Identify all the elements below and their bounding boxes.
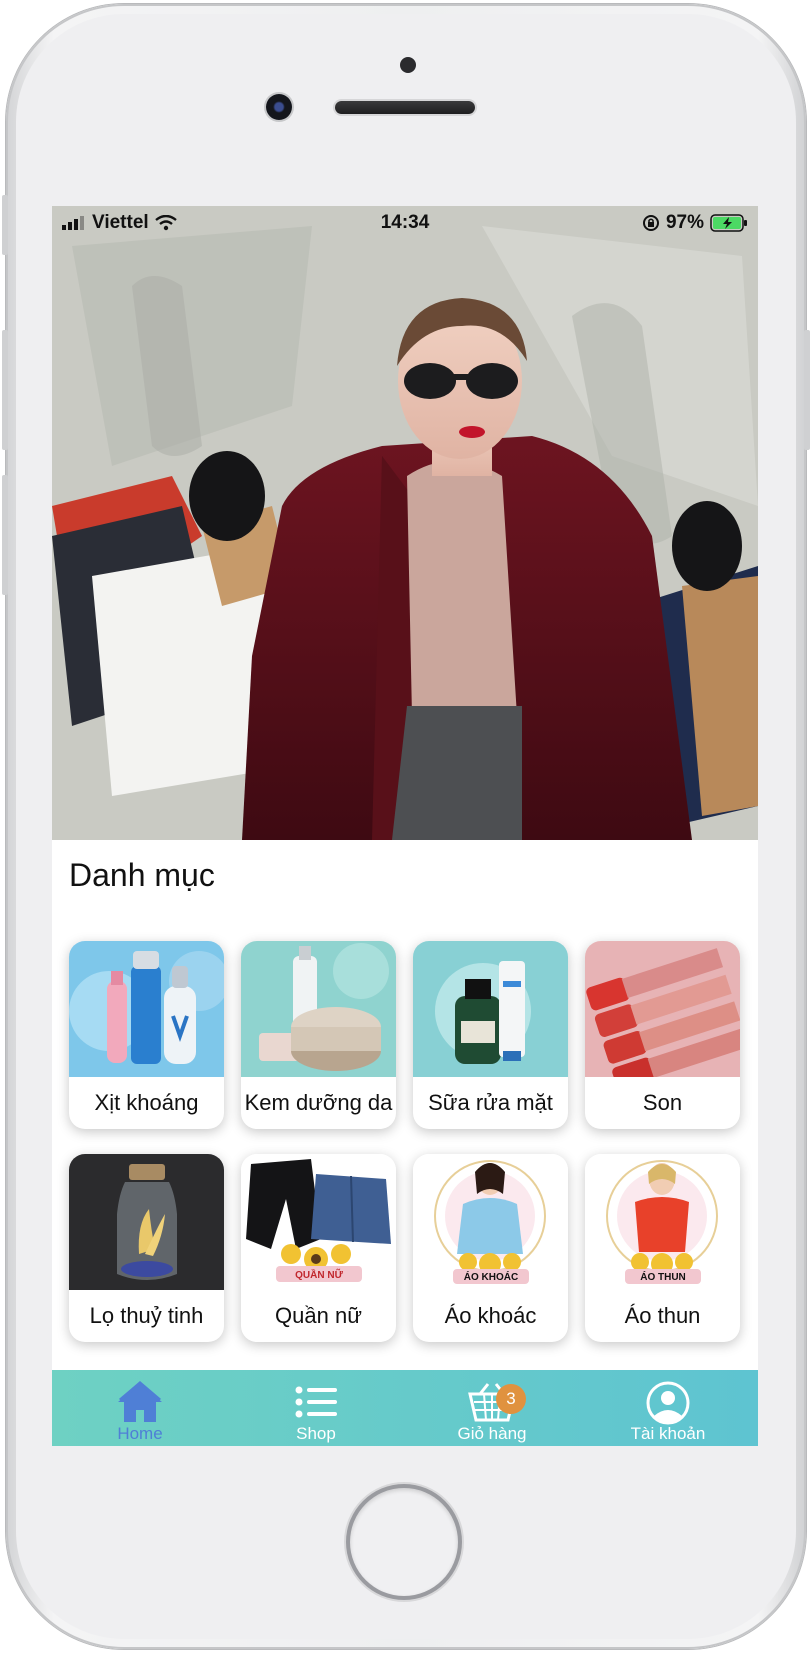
category-label: Áo thun — [624, 1303, 701, 1328]
category-label: Son — [642, 1090, 683, 1115]
facial-cleanser-products-image — [413, 941, 568, 1077]
battery-icon — [710, 214, 747, 232]
category-card[interactable]: Son — [585, 941, 740, 1129]
earpiece-speaker — [335, 101, 475, 114]
account-icon — [646, 1381, 690, 1425]
front-camera — [266, 94, 292, 120]
tab-home[interactable]: Home — [52, 1370, 228, 1446]
tab-label: Shop — [296, 1424, 336, 1443]
category-label: Quần nữ — [275, 1303, 362, 1328]
category-card[interactable]: Kem dưỡng da — [241, 941, 396, 1129]
category-label: Lọ thuỷ tinh — [89, 1303, 204, 1328]
tab-label: Tài khoản — [630, 1424, 706, 1443]
tab-shop[interactable]: Shop — [228, 1370, 404, 1446]
mineral-spray-products-image — [69, 941, 224, 1077]
category-card[interactable]: ÁO KHOÁC Áo khoác — [413, 1154, 568, 1342]
home-icon — [118, 1381, 162, 1422]
category-card[interactable]: ÁO THUN Áo thun — [585, 1154, 740, 1342]
volume-up-button — [2, 330, 8, 450]
t-shirt-image: ÁO THUN — [585, 1154, 740, 1290]
pants-image-text: QUẦN NỮ — [295, 1268, 343, 1281]
category-card[interactable]: Xịt khoáng — [69, 941, 224, 1129]
women-pants-image: QUẦN NỮ — [241, 1154, 396, 1290]
glass-jar-image — [69, 1154, 224, 1290]
tab-account[interactable]: Tài khoản — [580, 1370, 756, 1446]
cart-badge: 3 — [496, 1384, 526, 1414]
category-card[interactable]: Sữa rửa mặt — [413, 941, 568, 1129]
hero-image — [52, 206, 758, 840]
app-screen: Viettel 14:34 97% Danh mục Xịt khoáng Ke… — [52, 206, 758, 1446]
tshirt-image-text: ÁO THUN — [640, 1270, 686, 1283]
jacket-image-text: ÁO KHOÁC — [464, 1270, 518, 1283]
mute-switch — [2, 195, 8, 255]
volume-down-button — [2, 475, 8, 595]
power-button — [804, 330, 810, 450]
category-label: Kem dưỡng da — [244, 1090, 393, 1115]
category-label: Sữa rửa mặt — [428, 1090, 553, 1115]
proximity-sensor — [400, 57, 416, 73]
lipstick-products-image — [585, 941, 740, 1077]
bottom-tab-bar: Home Shop 3 Giỏ hàng Tài khoản — [52, 1370, 758, 1446]
tab-cart[interactable]: 3 Giỏ hàng — [404, 1370, 580, 1446]
category-card[interactable]: QUẦN NỮ Quần nữ — [241, 1154, 396, 1342]
rotation-lock-icon — [642, 215, 659, 231]
hero-banner: Viettel 14:34 97% — [52, 206, 758, 840]
category-label: Áo khoác — [444, 1303, 537, 1328]
section-title: Danh mục — [69, 857, 215, 893]
list-icon — [295, 1386, 337, 1418]
tab-label: Home — [117, 1424, 163, 1443]
battery-percent: 97% — [665, 212, 704, 233]
home-button[interactable] — [350, 1488, 458, 1596]
status-bar: Viettel 14:34 97% — [52, 206, 758, 242]
status-right: 97% — [642, 212, 748, 234]
category-card[interactable]: Lọ thuỷ tinh — [69, 1154, 224, 1342]
face-cream-products-image — [241, 941, 396, 1077]
category-label: Xịt khoáng — [94, 1090, 199, 1115]
jacket-image: ÁO KHOÁC — [413, 1154, 568, 1290]
tab-label: Giỏ hàng — [457, 1424, 527, 1443]
